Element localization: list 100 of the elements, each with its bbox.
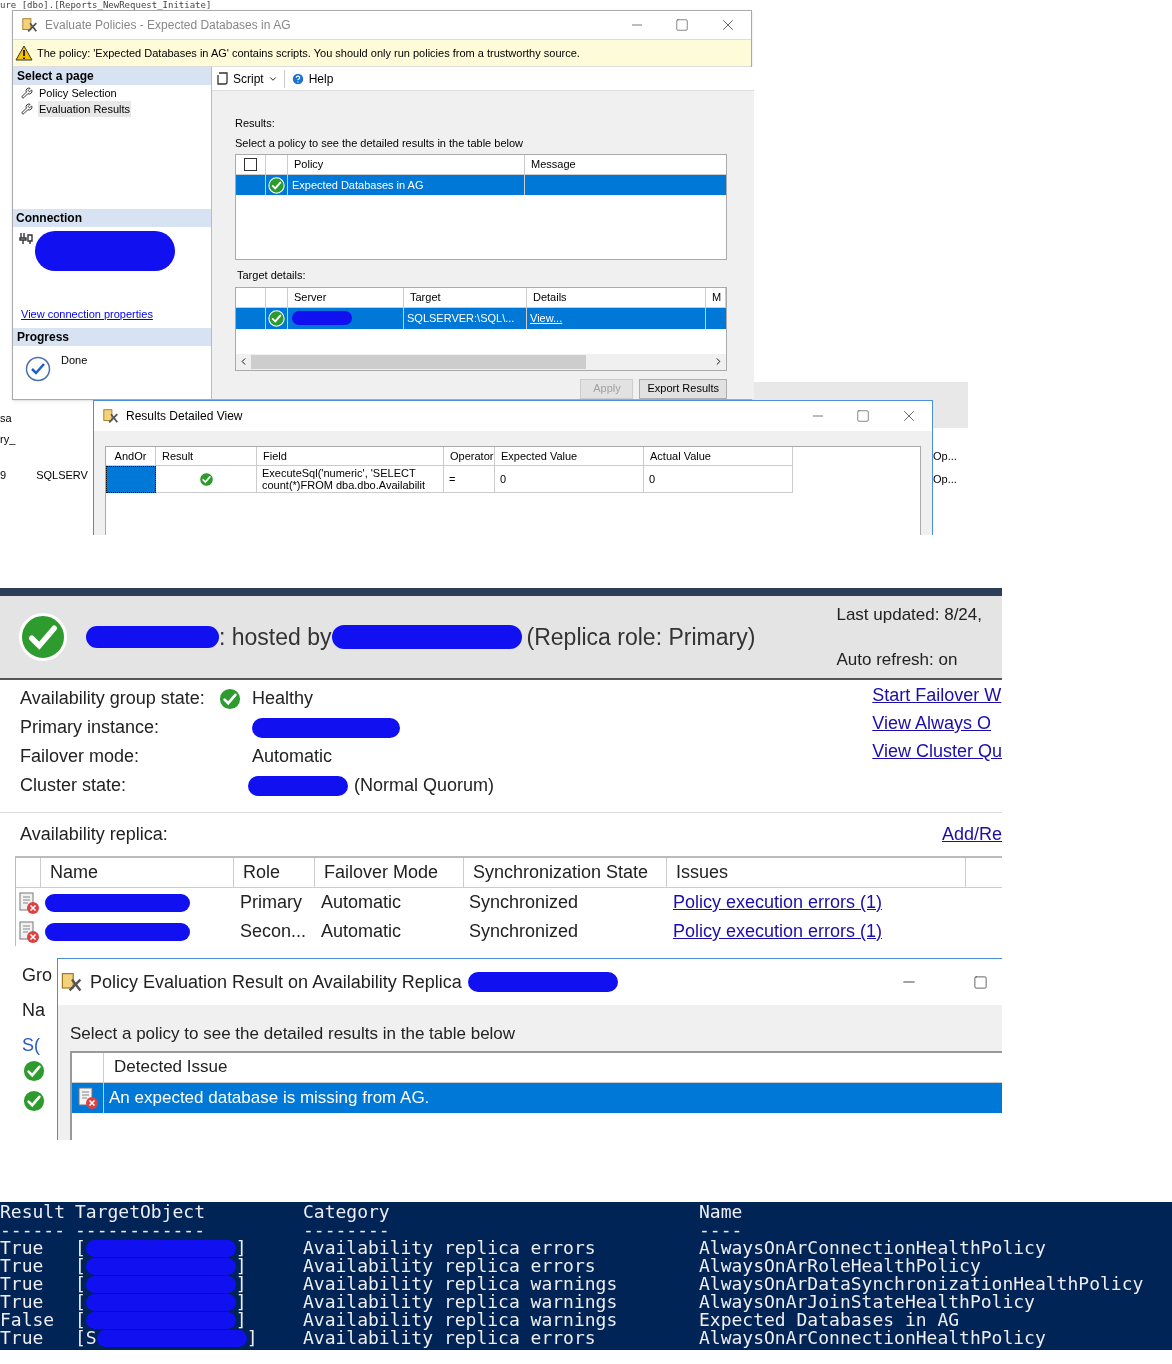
console-text: ] [235,1275,247,1293]
console-text: Availability replica errors [303,1239,597,1257]
wrench-icon [21,87,33,99]
help-icon [290,71,305,86]
table-cell-text: An expected database is missing from AG. [108,1086,431,1109]
background-text: Na [22,999,46,1022]
console-text: Expected Databases in AG [699,1311,960,1329]
console-text: Name [699,1203,744,1221]
console-text: Availability replica warnings [303,1293,619,1311]
section-header: Progress [13,328,211,346]
maximize-icon[interactable] [973,974,988,990]
policy-errors-link[interactable]: Policy execution errors (1) [667,889,889,916]
console-text: ] [235,1293,247,1311]
console-text: ] [235,1311,247,1329]
console-text: Category [303,1203,391,1221]
results-hint: Select a policy to see the detailed results in the table below [235,135,524,151]
column-header: Name [41,858,234,887]
page-item[interactable]: Evaluation Results [38,100,132,118]
column-header: Server [288,287,404,307]
console-text: ] [235,1239,247,1257]
background-text: S( [22,1034,41,1057]
table-cell-text: 0 [649,471,656,487]
page-item[interactable]: Policy Selection [38,84,118,102]
console-text: Availability replica warnings [303,1311,619,1329]
check-circle-icon [218,686,242,711]
check-circle-icon [22,1089,46,1113]
console-text: Result [0,1203,67,1221]
maximize-icon[interactable] [856,409,870,423]
console-text: -------- [303,1221,391,1239]
table-cell-text: Automatic [320,920,403,943]
column-header: Target [404,287,527,307]
policy-row[interactable]: Expected Databases in AG [236,175,726,195]
horizontal-scrollbar[interactable] [236,353,726,370]
check-circle-icon [198,471,214,487]
column-header: Result [156,447,257,466]
help-button[interactable]: Help [290,69,340,88]
policy-error-icon [75,1085,100,1110]
row-selector[interactable] [106,466,156,493]
dashboard-link[interactable]: View Cluster Qu [872,740,1002,762]
export-results-button[interactable]: Export Results [639,378,727,399]
table-cell: ExecuteSql('numeric', 'SELECT count(*)FROM dba.dbo.Availabilit [262,467,426,491]
column-header: Message [530,157,577,173]
window-title: Policy Evaluation Result on Availability Replica [90,970,462,994]
auto-refresh: Auto refresh: on [836,649,959,671]
issue-row[interactable]: An expected database is missing from AG. [72,1082,1002,1113]
console-text: ---- [699,1221,744,1239]
table-cell-text: = [449,471,456,487]
add-replica-link[interactable]: Add/Re [941,821,1002,848]
section-header: Connection [13,209,211,227]
view-link[interactable]: View... [530,309,563,327]
connection-properties-link[interactable]: View connection properties [13,305,211,322]
background-text: sa [0,411,13,426]
console-text: [ [75,1311,86,1329]
last-updated: Last updated: 8/24, [836,603,982,626]
target-row[interactable]: SQLSERVER:\SQL\... View... [236,307,726,329]
console-text: ] [246,1329,258,1347]
console-text: False [0,1311,56,1329]
column-header: Synchronization State [464,858,667,887]
table-cell-text: Synchronized [468,920,580,943]
column-header: Detected Issue [113,1056,229,1079]
field-value: Automatic [252,745,333,768]
column-header: Expected Value [495,447,644,466]
console-text: ------ [0,1221,67,1239]
background-text: Gro [22,964,52,987]
dashboard-link[interactable]: View Always O [872,712,1002,734]
maximize-icon[interactable] [675,18,689,32]
console-text: ------------ [75,1221,207,1239]
background-text: SQLSERV [36,468,88,483]
field-label: Cluster state: [20,775,127,795]
table-cell-text: 0 [500,471,507,487]
script-button[interactable]: Script [216,69,285,88]
column-header: Actual Value [644,447,793,466]
policy-icon [102,407,120,425]
field-value: Healthy [252,687,314,710]
replica-role: (Replica role: Primary) [526,622,756,652]
console-text: AlwaysOnArConnectionHealthPolicy [699,1329,1047,1347]
window-title: Evaluate Policies - Expected Databases in AG [45,17,291,34]
section-header: Select a page [13,67,211,85]
column-header: Details [527,287,706,307]
console-text: TargetObject [75,1203,207,1221]
background-text: 9 [0,468,7,483]
header-text: : hosted by [219,622,332,652]
policy-errors-link[interactable]: Policy execution errors (1) [667,918,889,945]
policy-hint: Select a policy to see the detailed results in the table below [70,1023,517,1045]
table-cell-text: Secon... [239,920,308,943]
check-circle-icon [268,176,285,194]
console-text: [ [75,1257,86,1275]
console-text: True [0,1239,45,1257]
wrench-icon [21,103,33,115]
console-text: AlwaysOnArDataSynchronizationHealthPolicy [699,1275,1145,1293]
field-label: Primary instance: [20,717,160,737]
console-text: AlwaysOnArJoinStateHealthPolicy [699,1293,1035,1311]
healthy-large-icon [18,612,68,662]
console-text: [ [75,1239,86,1257]
code-line: ure [dbo].[Reports_NewRequest_Initiate] [0,0,212,10]
dashboard-link[interactable]: Start Failover W [872,684,1002,706]
table-cell-text: Expected Databases in AG [292,177,424,193]
section-label: Availability replica: [20,823,168,846]
table-cell-text: Synchronized [468,891,580,914]
select-all-checkbox[interactable] [244,158,257,171]
